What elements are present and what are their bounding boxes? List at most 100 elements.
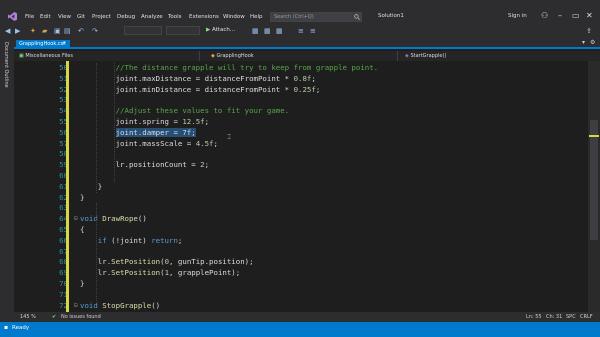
change-tracking-bar [66, 61, 69, 312]
maximize-icon[interactable]: ▭ [572, 11, 580, 21]
code-token: 0.25f [293, 84, 316, 94]
save-icon[interactable]: ▣ [54, 27, 61, 35]
toolbar-icon-a[interactable]: ▦ [252, 27, 259, 35]
menu-item-view[interactable]: View [58, 13, 71, 21]
scrollbar-change-marker [589, 135, 599, 137]
tab-close-icon[interactable]: × [62, 40, 66, 49]
code-token: joint.maxDistance = distanceFromPoint * [115, 73, 294, 83]
open-folder-icon[interactable]: ▰ [42, 27, 47, 35]
column-number: Ch: 31 [546, 314, 563, 320]
attach-label: Attach... [211, 27, 236, 33]
scrollbar-thumb[interactable] [590, 120, 598, 240]
check-circle-icon: ✔ [52, 314, 57, 320]
menu-item-tools[interactable]: Tools [168, 13, 182, 21]
code-token: joint.spring = [115, 117, 183, 126]
editor-info-bar: 145 % ✔ No issues found Ln: 55 Ch: 31 SP… [0, 312, 600, 322]
menu-item-file[interactable]: File [25, 13, 34, 21]
close-icon[interactable]: ✕ [586, 11, 593, 21]
configuration-combo[interactable] [124, 26, 162, 35]
code-line: 54//Adjust these values to fit your game… [14, 106, 574, 117]
code-token: ; [177, 235, 183, 245]
code-text: void DrawRope() [80, 214, 147, 225]
chevron-down-icon[interactable]: ▾ [582, 39, 585, 46]
code-text: lr.SetPosition(1, grapplePoint); [98, 268, 240, 279]
code-token: , grapplePoint); [169, 268, 241, 278]
code-token: return [151, 235, 178, 245]
code-text: joint.damper = 7f; [115, 127, 196, 139]
issues-status[interactable]: No issues found [61, 312, 101, 322]
back-icon[interactable]: ◀ [5, 27, 10, 35]
undo-icon[interactable]: ↶ [78, 27, 84, 35]
code-token: lr.positionCount = [115, 160, 201, 170]
menu-item-debug[interactable]: Debug [117, 13, 135, 21]
code-line: 68 lr.SetPosition(0, gunTip.position); [14, 257, 574, 268]
code-line: 66 if (!joint) return; [14, 236, 574, 247]
member-label: StartGrapple() [410, 53, 447, 59]
collapse-icon[interactable]: ⊟ [74, 301, 78, 312]
code-line: 65{ [14, 225, 574, 236]
solution-name: Solution1 [378, 13, 404, 19]
search-input[interactable]: Search (Ctrl+Q) [270, 12, 362, 22]
whitespace-mode[interactable]: SPC [566, 312, 576, 322]
code-line: 56 joint.damper = 7f; [14, 127, 574, 139]
minimize-icon[interactable]: – [558, 11, 562, 21]
menu-item-extensions[interactable]: Extensions [189, 13, 219, 21]
menu-item-edit[interactable]: Edit [40, 13, 51, 21]
class-combo[interactable]: ◆ GrapplingHook [208, 51, 398, 61]
code-line: 63 [14, 203, 574, 214]
account-icon[interactable]: ⚇ [541, 11, 548, 21]
code-token: DrawRope [102, 214, 138, 224]
uncomment-icon[interactable]: ≡ [310, 27, 316, 35]
code-line: 67 [14, 247, 574, 258]
code-text: { [80, 225, 84, 236]
code-text: } [80, 193, 84, 204]
collapse-icon[interactable]: ⊟ [74, 214, 78, 225]
code-token: } [80, 279, 85, 288]
sign-in-link[interactable]: Sign in [508, 13, 527, 19]
redo-icon[interactable]: ↷ [92, 27, 98, 35]
code-text: joint.spring = 12.5f; [116, 117, 209, 128]
code-text: } [80, 279, 84, 290]
code-token: 0.8f [293, 73, 312, 83]
menu-item-analyze[interactable]: Analyze [141, 13, 163, 21]
document-tab-well [14, 38, 600, 49]
code-text: } [98, 182, 102, 193]
menu-item-project[interactable]: Project [92, 13, 111, 21]
menu-item-window[interactable]: Window [223, 13, 245, 21]
menu-item-help[interactable]: Help [250, 13, 263, 21]
gear-icon[interactable]: ⚙ [590, 39, 595, 46]
project-combo[interactable]: ▣ Miscellaneous Files [16, 51, 200, 61]
save-all-icon[interactable]: ▤ [64, 27, 71, 35]
code-text: joint.massScale = 4.5f; [116, 139, 218, 150]
line-endings[interactable]: CRLF [580, 312, 593, 322]
code-text: void StopGrapple() [80, 301, 160, 312]
document-outline-tab[interactable]: Document Outline [3, 42, 9, 88]
code-token: ; [204, 117, 210, 126]
toolbar-icon-c[interactable]: ▦ [276, 27, 283, 35]
code-token: joint.massScale = [115, 138, 196, 148]
code-token: ; [311, 73, 316, 83]
visual-studio-logo-icon [8, 12, 17, 21]
selected-text: joint.damper = 7f; [115, 127, 196, 137]
platform-combo[interactable] [166, 26, 200, 35]
code-text: lr.SetPosition(0, gunTip.position); [98, 257, 254, 268]
code-token: ; [204, 160, 210, 170]
code-token: 12.5f [182, 117, 205, 126]
code-line: 62} [14, 193, 574, 204]
code-token: void [80, 300, 98, 310]
code-editor[interactable]: 50//The distance grapple will try to kee… [14, 61, 600, 312]
menu-item-git[interactable]: Git [77, 13, 85, 21]
live-share-icon[interactable]: ⇪ [586, 27, 592, 35]
status-bar: ▪ Ready [0, 322, 600, 337]
zoom-level[interactable]: 145 % [20, 312, 36, 322]
indent-guide [114, 63, 115, 182]
code-token: 4.5f [195, 138, 214, 148]
toolbar-icon-b[interactable]: ▦ [264, 27, 271, 35]
member-combo[interactable]: ◈ StartGrapple() [402, 51, 588, 61]
attach-button[interactable]: ▶ Attach... [206, 27, 235, 33]
comment-icon[interactable]: ≡ [298, 27, 304, 35]
new-project-icon[interactable]: ✦ [30, 27, 36, 35]
code-token: StopGrapple [102, 300, 152, 310]
code-token: , gunTip.position); [169, 257, 254, 267]
forward-icon[interactable]: ▶ [15, 27, 20, 35]
